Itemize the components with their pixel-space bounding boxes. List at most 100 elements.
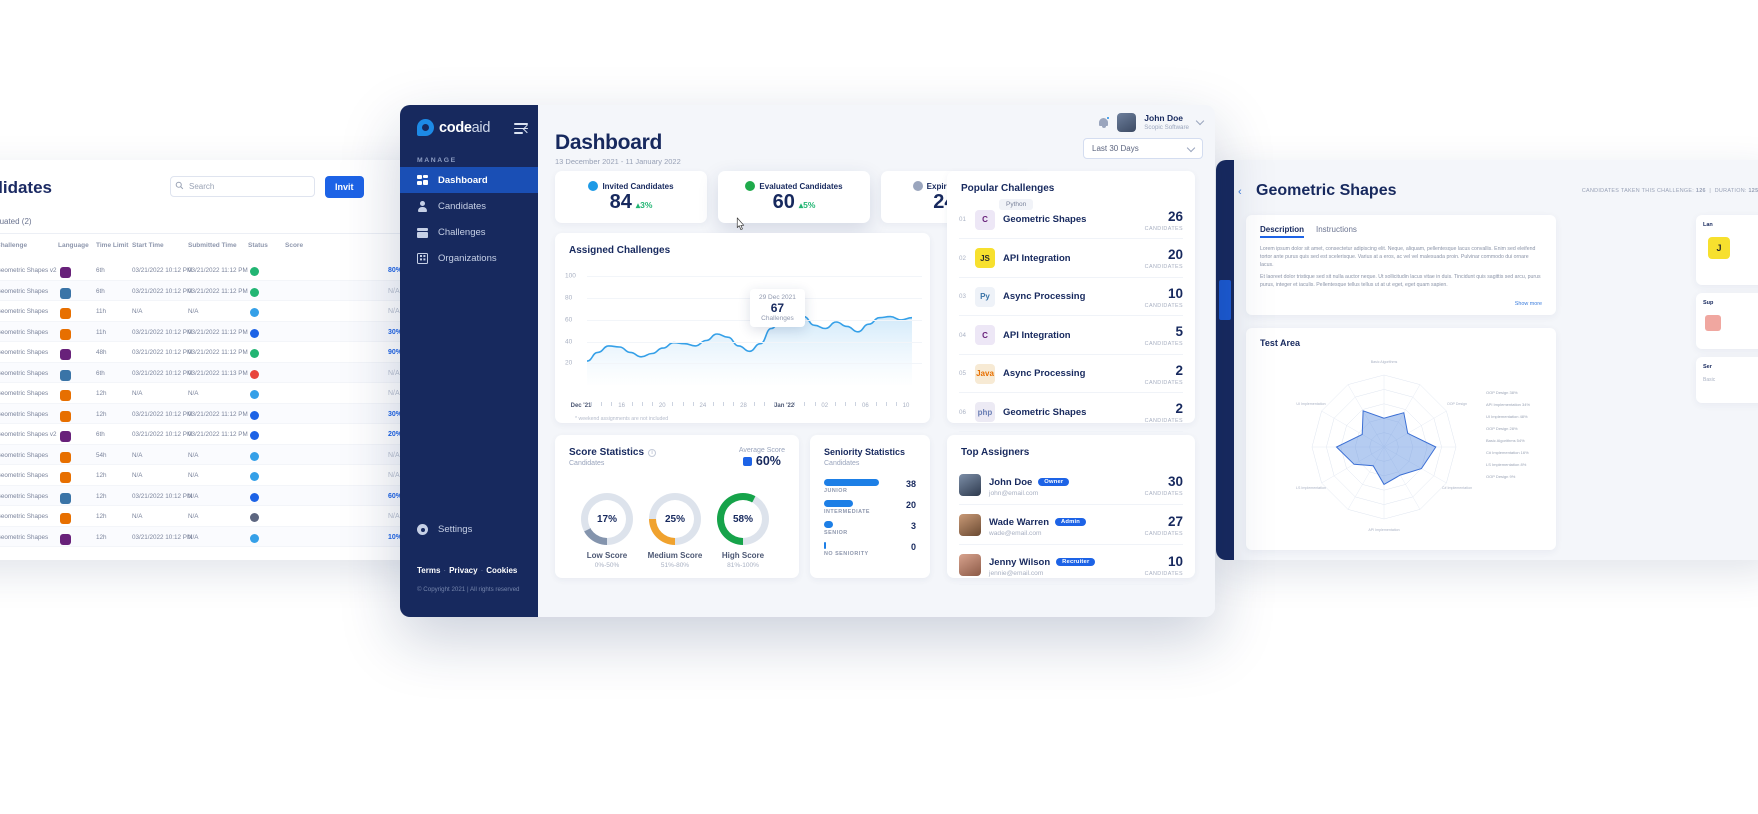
info-icon[interactable]: i <box>648 449 657 457</box>
chart-x-axis: Dec '21 16 20 24 28 Jan '22 02 06 10 <box>571 401 924 413</box>
description-paragraph-2: Et laoreet dolor tristique sed sit nulla… <box>1260 274 1541 289</box>
popular-challenge-row[interactable]: 03 Py Async Processing 10 CANDIDATES <box>959 278 1183 316</box>
table-row[interactable]: JUNIORGeometric Shapes54hN/AN/AN/A <box>0 444 430 465</box>
side-card-seniority[interactable]: Ser Basic <box>1696 357 1758 403</box>
avatar[interactable] <box>1117 113 1137 132</box>
table-row[interactable]: JUNIORGeometric Shapes12hN/AN/AN/A <box>0 506 430 527</box>
assigner-info: John Doe Owner john@email.com <box>989 472 1070 497</box>
table-row[interactable]: JUNIORGeometric Shapes12h03/21/2022 10:1… <box>0 526 430 547</box>
sidebar-item-challenges[interactable]: Challenges <box>400 219 538 245</box>
assigner-row[interactable]: John Doe Owner john@email.com 30 CANDIDATES <box>959 465 1183 505</box>
row-index: 02 <box>959 254 966 262</box>
check-circle-icon <box>745 181 756 191</box>
donut-value: 58% <box>732 513 753 525</box>
popular-challenge-row[interactable]: 01 C Geometric Shapes 26 CANDIDATES <box>959 201 1183 239</box>
popular-challenges-title: Popular Challenges <box>961 183 1055 194</box>
envelope-icon <box>588 181 599 191</box>
table-row[interactable]: SENIORGeometric Shapes11h03/21/2022 10:1… <box>0 321 430 342</box>
popular-challenge-row[interactable]: 04 C API Integration 5 CANDIDATES <box>959 317 1183 355</box>
average-score-value: 60% <box>755 454 781 468</box>
chart-x-tick: 06 <box>862 403 869 409</box>
link-terms[interactable]: Terms <box>417 566 440 575</box>
candidates-window[interactable]: ive Candidates Search Invit Active (20) … <box>0 160 430 560</box>
table-row[interactable]: INTERMEDIATEGeometric Shapes12hN/AN/AN/A <box>0 383 430 404</box>
cell-time-limit: 12h <box>96 390 107 397</box>
col-status[interactable]: Status <box>248 242 268 249</box>
tab-instructions[interactable]: Instructions <box>1316 225 1357 234</box>
table-row[interactable]: INTERMEDIATEGeometric Shapes12h03/21/202… <box>0 403 430 424</box>
kpi-delta: ▴3% <box>635 200 653 210</box>
language-icon <box>60 492 71 504</box>
popular-challenge-row[interactable]: 05 Java Async Processing 2 CANDIDATES <box>959 355 1183 393</box>
table-row[interactable]: JUNIORGeometric Shapes12hN/AN/AN/A <box>0 465 430 486</box>
col-score[interactable]: Score <box>285 242 303 249</box>
sidebar-item-candidates[interactable]: Candidates <box>400 193 538 219</box>
popular-challenge-row[interactable]: 02 JS API Integration 20 CANDIDATES <box>959 240 1183 278</box>
back-chevron-icon[interactable]: ‹ <box>1238 186 1242 198</box>
side-card-language[interactable]: Lan J <box>1696 215 1758 285</box>
tab-evaluated[interactable]: Evaluated (2) <box>0 214 38 229</box>
python-icon: Py <box>975 286 995 307</box>
user-icon <box>417 200 428 212</box>
seniority-bar <box>824 479 880 486</box>
area-chart-svg <box>587 309 912 385</box>
sidebar-item-organizations[interactable]: Organizations <box>400 245 538 271</box>
col-challenge[interactable]: Challenge <box>0 242 27 249</box>
chart-x-minor-tick <box>682 402 684 406</box>
assigner-count: 27 CANDIDATES <box>1145 513 1183 537</box>
seniority-bar-value: 3 <box>910 521 916 531</box>
status-badge <box>250 267 259 276</box>
menu-collapse-icon[interactable] <box>514 123 528 134</box>
candidates-search-input[interactable]: Search <box>170 176 315 197</box>
language-icon <box>60 267 71 278</box>
sidebar-label-candidates: Candidates <box>438 200 487 212</box>
show-more-link[interactable]: Show more <box>1515 301 1542 307</box>
notifications-bell-icon[interactable] <box>1098 115 1111 129</box>
status-badge <box>250 431 259 440</box>
side-card-supported[interactable]: Sup <box>1696 293 1758 349</box>
cell-challenge: Geometric Shapes v2 <box>0 431 57 438</box>
chevron-down-icon[interactable] <box>1195 116 1205 126</box>
table-row[interactable]: SENIORGeometric Shapes11hN/AN/AN/A <box>0 301 430 322</box>
seniority-bar <box>824 500 854 507</box>
link-cookies[interactable]: Cookies <box>486 566 517 575</box>
col-language[interactable]: Language <box>58 242 89 249</box>
cell-submitted-time: N/A <box>188 390 199 397</box>
popular-challenge-row[interactable]: 06 php Geometric Shapes 2 CANDIDATES <box>959 394 1183 432</box>
kpi-evaluated-candidates[interactable]: Evaluated Candidates 60 ▴5% <box>718 171 870 223</box>
app-logo[interactable]: codeaid <box>417 119 490 136</box>
challenge-detail-window[interactable]: ‹ Geometric Shapes CANDIDATES TAKEN THIS… <box>1216 160 1758 560</box>
date-range-select[interactable]: Last 30 Days <box>1083 138 1203 159</box>
chart-y-tick: 20 <box>565 359 573 367</box>
table-row[interactable]: INTERMEDIATEGeometric Shapes v26th03/21/… <box>0 424 430 445</box>
cell-time-limit: 12h <box>96 533 107 541</box>
cell-submitted-time: 03/21/2022 11:12 PM <box>188 287 248 295</box>
assigner-row[interactable]: Wade Warren Admin wade@email.com 27 CANDIDAT… <box>959 505 1183 545</box>
csharp-icon: C <box>975 325 995 345</box>
cell-submitted-time: N/A <box>188 308 199 315</box>
sidebar-item-dashboard[interactable]: Dashboard <box>400 167 538 193</box>
table-row[interactable]: SENIORGeometric Shapes6th03/21/2022 10:1… <box>0 280 430 301</box>
invite-button[interactable]: Invit <box>325 176 364 198</box>
calendar-icon <box>417 227 428 238</box>
assigner-row[interactable]: Jenny Wilson Recruiter jennie@email.com 10 C… <box>959 545 1183 585</box>
table-row[interactable]: INTERMEDIATEGeometric Shapes6th03/21/202… <box>0 362 430 383</box>
table-row[interactable]: JUNIORGeometric Shapes12h03/21/2022 10:1… <box>0 485 430 506</box>
table-row[interactable]: SENIORGeometric Shapes v26th03/21/2022 1… <box>0 260 430 281</box>
sidebar-nav: Dashboard Candidates Challenges Organiza… <box>400 167 538 271</box>
radar-chart: OOP Design 38% API Implementation 34% UI I… <box>1296 360 1530 532</box>
table-row[interactable]: SENIORGeometric Shapes48h03/21/2022 10:1… <box>0 342 430 363</box>
chart-plot-area: 100 80 60 40 20 29 Dec 2021 67 Challenges <box>565 267 922 401</box>
link-privacy[interactable]: Privacy <box>449 566 477 575</box>
cell-time-limit: 12h <box>96 492 107 500</box>
col-submitted-time[interactable]: Submitted Time <box>188 242 237 249</box>
sidebar-item-settings[interactable]: Settings <box>417 524 472 535</box>
user-info[interactable]: John Doe Scopic Software <box>1144 113 1189 132</box>
col-start-time[interactable]: Start Time <box>132 242 164 249</box>
col-time-limit[interactable]: Time Limit <box>96 242 128 249</box>
kpi-invited-candidates[interactable]: Invited Candidates 84 ▴3% <box>555 171 707 223</box>
tab-description[interactable]: Description <box>1260 225 1305 238</box>
cell-time-limit: 6th <box>96 369 105 377</box>
assigner-name: Wade Warren <box>989 517 1050 528</box>
score-donut: 17% <box>581 493 633 545</box>
